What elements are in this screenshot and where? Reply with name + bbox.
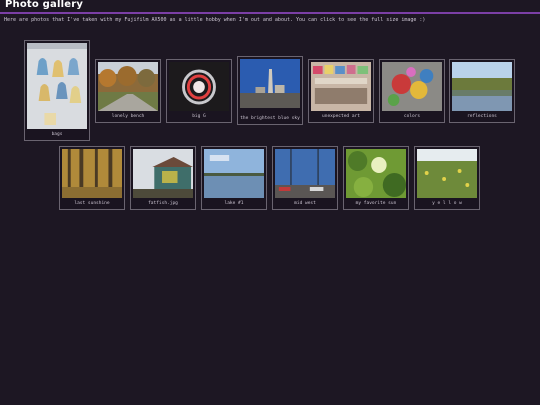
photo-thumbnail-bags[interactable]	[27, 43, 87, 129]
photo-card-lonely-bench[interactable]: lonely bench	[95, 59, 161, 123]
photo-thumbnail-lonely-bench[interactable]	[98, 62, 158, 111]
photo-card-brightest-blue-sky[interactable]: the brightest blue sky	[237, 56, 303, 125]
photo-thumbnail-unexpected-art[interactable]	[311, 62, 371, 111]
photo-card-last-sunshine[interactable]: last sunshine	[59, 146, 125, 210]
photo-card-colors[interactable]: colors	[379, 59, 445, 123]
photo-caption: lonely bench	[111, 114, 145, 119]
photo-card-reflections[interactable]: reflections	[449, 59, 515, 123]
photo-caption: fatfish.jpg	[148, 201, 178, 206]
photo-thumbnail-mid-west[interactable]	[275, 149, 335, 198]
photo-caption: lake #1	[224, 201, 244, 206]
photo-thumbnail-brightest-blue-sky[interactable]	[240, 59, 300, 108]
photo-caption: bags	[51, 132, 63, 137]
photo-caption: unexpected art	[322, 114, 360, 119]
photo-card-yellow[interactable]: y e l l o w	[414, 146, 480, 210]
photo-thumbnail-my-favorite-sun[interactable]	[346, 149, 406, 198]
photo-card-my-favorite-sun[interactable]: my favorite sun	[343, 146, 409, 210]
page-title: Photo gallery	[5, 0, 84, 10]
photo-thumbnail-lake-1[interactable]	[204, 149, 264, 198]
photo-card-bags[interactable]: bags	[24, 40, 90, 141]
photo-caption: big G	[192, 114, 206, 119]
photo-thumbnail-last-sunshine[interactable]	[62, 149, 122, 198]
photo-thumbnail-fatfish[interactable]	[133, 149, 193, 198]
photo-card-big-g[interactable]: big G	[166, 59, 232, 123]
photo-caption: y e l l o w	[432, 201, 462, 206]
photo-caption: the brightest blue sky	[240, 116, 300, 121]
header-bar: Photo gallery	[0, 0, 540, 14]
intro-text: Here are photos that I've taken with my …	[4, 17, 426, 23]
photo-caption: last sunshine	[74, 201, 110, 206]
photo-thumbnail-big-g[interactable]	[169, 62, 229, 111]
photo-card-unexpected-art[interactable]: unexpected art	[308, 59, 374, 123]
photo-card-mid-west[interactable]: mid west	[272, 146, 338, 210]
photo-thumbnail-reflections[interactable]	[452, 62, 512, 111]
photo-thumbnail-colors[interactable]	[382, 62, 442, 111]
photo-caption: mid west	[294, 201, 316, 206]
photo-card-fatfish[interactable]: fatfish.jpg	[130, 146, 196, 210]
photo-card-lake-1[interactable]: lake #1	[201, 146, 267, 210]
photo-caption: reflections	[467, 114, 497, 119]
photo-caption: colors	[403, 114, 421, 119]
photo-thumbnail-yellow[interactable]	[417, 149, 477, 198]
photo-caption: my favorite sun	[355, 201, 397, 206]
